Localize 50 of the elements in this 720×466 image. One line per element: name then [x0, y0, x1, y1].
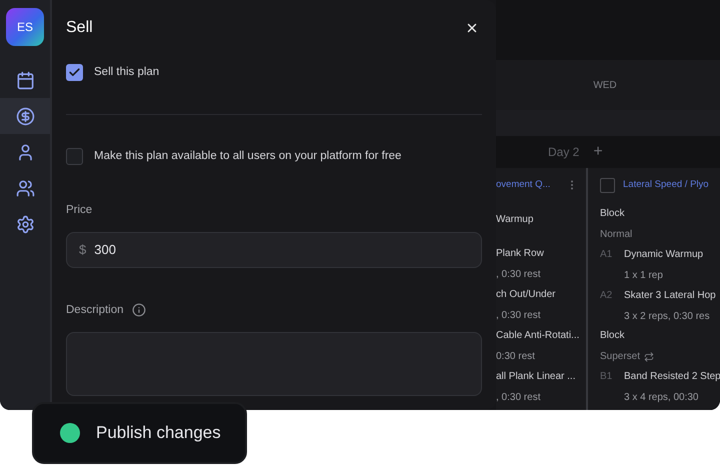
exercise-code: B1	[600, 370, 612, 384]
exercise-code: A2	[600, 288, 612, 303]
workout-title[interactable]: Lateral Speed / Plyo	[623, 178, 709, 192]
checkbox-label: Make this plan available to all users on your platform for free	[94, 149, 402, 164]
avatar[interactable]: ES	[6, 8, 44, 46]
exercise-detail: 1 x 1 rep	[624, 268, 664, 283]
exercise-detail: , 0:30 rest	[496, 391, 542, 406]
exercise-detail: 0:30 rest	[496, 350, 536, 364]
currency-symbol: $	[79, 241, 86, 259]
checkbox[interactable]	[66, 148, 83, 166]
sidebar-item[interactable]	[0, 98, 50, 134]
exercise-detail: 3 x 4 reps, 00:30	[624, 391, 700, 406]
dialog-title: Sell	[66, 18, 93, 38]
calendar-icon	[16, 70, 34, 90]
block-type: Normal	[600, 228, 632, 242]
block-type: Superset	[600, 350, 640, 364]
publish-toast[interactable]: Publish changes	[32, 402, 247, 464]
toast-label: Publish changes	[96, 422, 221, 444]
close-icon	[465, 21, 479, 35]
day-name: WED	[593, 78, 617, 92]
field-label: Price	[66, 202, 94, 218]
workout-title[interactable]: ovement Q...	[496, 178, 550, 192]
checkbox[interactable]	[600, 178, 615, 193]
section-title: Warmup	[496, 214, 534, 226]
description-field[interactable]	[66, 332, 482, 396]
exercise-name: all Plank Linear ...	[496, 370, 576, 384]
repeat-icon	[644, 352, 654, 362]
block-title: Block	[600, 207, 626, 222]
users-icon	[16, 178, 34, 198]
dollar-icon	[16, 106, 34, 126]
exercise-name: Dynamic Warmup	[624, 248, 704, 262]
exercise-name: Skater 3 Lateral Hop	[624, 288, 716, 303]
exercise-name: Plank Row	[496, 247, 544, 262]
checkbox-label: Sell this plan	[94, 65, 160, 80]
exercise-detail: , 0:30 rest	[496, 309, 542, 324]
exercise-code: A1	[600, 248, 612, 262]
add-day-button[interactable]: +	[593, 140, 603, 164]
price-value: 300	[94, 241, 116, 259]
exercise-name: ch Out/Under	[496, 288, 556, 302]
field-label: Description	[66, 302, 124, 318]
exercise-name: Band Resisted 2 Step	[624, 370, 720, 384]
price-field[interactable]: $ 300	[66, 232, 482, 268]
block-title: Block	[600, 329, 626, 344]
day-label: Day 2	[548, 144, 580, 161]
info-icon	[132, 303, 146, 318]
exercise-detail: , 0:30 rest	[496, 268, 542, 282]
exercise-detail: 3 x 2 reps, 0:30 res	[624, 310, 711, 324]
settings-icon	[16, 214, 34, 234]
checkbox[interactable]	[66, 64, 83, 82]
exercise-name: Cable Anti-Rotati...	[496, 329, 580, 344]
